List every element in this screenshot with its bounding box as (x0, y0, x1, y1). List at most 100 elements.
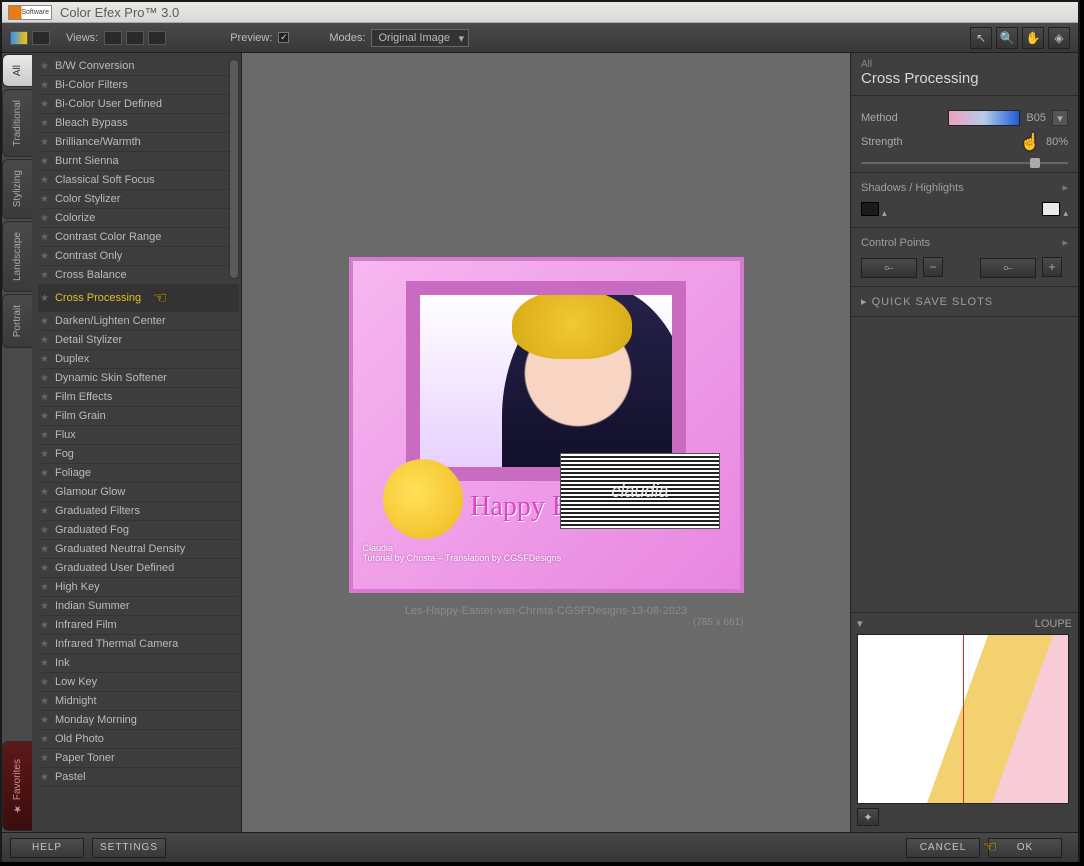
star-icon[interactable]: ★ (40, 753, 49, 764)
star-icon[interactable]: ★ (40, 696, 49, 707)
method-dropdown[interactable]: ▾ (1052, 110, 1068, 126)
quick-save-section[interactable]: ▸ QUICK SAVE SLOTS (851, 286, 1078, 317)
filter-item[interactable]: ★Graduated Filters (38, 502, 239, 521)
filter-item[interactable]: ★Indian Summer (38, 597, 239, 616)
filter-item[interactable]: ★Bi-Color User Defined (38, 95, 239, 114)
list-view-icon[interactable] (32, 31, 50, 45)
filter-item[interactable]: ★Pastel (38, 768, 239, 787)
view-single-icon[interactable] (104, 31, 122, 45)
star-icon[interactable]: ★ (40, 715, 49, 726)
filter-item[interactable]: ★B/W Conversion (38, 57, 239, 76)
zoom-tool[interactable]: 🔍 (996, 27, 1018, 49)
filter-item[interactable]: ★High Key (38, 578, 239, 597)
filter-item[interactable]: ★Film Effects (38, 388, 239, 407)
loupe-preview[interactable] (857, 634, 1069, 804)
ok-button[interactable]: OK ☜ (988, 838, 1062, 858)
filter-item[interactable]: ★Paper Toner (38, 749, 239, 768)
tab-landscape[interactable]: Landscape (2, 221, 32, 292)
star-icon[interactable]: ★ (40, 251, 49, 262)
thumbnail-view-icon[interactable] (10, 31, 28, 45)
star-icon[interactable]: ★ (40, 354, 49, 365)
filter-item[interactable]: ★Graduated Fog (38, 521, 239, 540)
pointer-tool[interactable]: ↖ (970, 27, 992, 49)
add-cp-button[interactable]: + (1042, 257, 1062, 277)
filter-item[interactable]: ★Flux (38, 426, 239, 445)
help-button[interactable]: HELP (10, 838, 84, 858)
tab-portrait[interactable]: Portrait (2, 294, 32, 348)
star-icon[interactable]: ★ (40, 156, 49, 167)
star-icon[interactable]: ★ (40, 544, 49, 555)
filter-item[interactable]: ★Cross Processing (38, 285, 239, 312)
star-icon[interactable]: ★ (40, 639, 49, 650)
filter-item[interactable]: ★Foliage (38, 464, 239, 483)
add-negative-cp-button[interactable]: ⟜ (861, 258, 917, 278)
filter-item[interactable]: ★Monday Morning (38, 711, 239, 730)
shadows-thumb[interactable] (861, 202, 879, 216)
star-icon[interactable]: ★ (40, 175, 49, 186)
modes-dropdown[interactable]: Original Image (371, 29, 469, 47)
filter-item[interactable]: ★Infrared Film (38, 616, 239, 635)
star-icon[interactable]: ★ (40, 373, 49, 384)
filter-item[interactable]: ★Ink (38, 654, 239, 673)
tab-stylizing[interactable]: Stylizing (2, 159, 32, 218)
filter-item[interactable]: ★Contrast Color Range (38, 228, 239, 247)
filter-item[interactable]: ★Burnt Sienna (38, 152, 239, 171)
strength-slider[interactable] (861, 162, 1068, 164)
star-icon[interactable]: ★ (40, 430, 49, 441)
filter-item[interactable]: ★Darken/Lighten Center (38, 312, 239, 331)
star-icon[interactable]: ★ (40, 449, 49, 460)
star-icon[interactable]: ★ (40, 506, 49, 517)
filter-item[interactable]: ★Low Key (38, 673, 239, 692)
star-icon[interactable]: ★ (40, 487, 49, 498)
star-icon[interactable]: ★ (40, 392, 49, 403)
star-icon[interactable]: ★ (40, 658, 49, 669)
filter-item[interactable]: ★Bleach Bypass (38, 114, 239, 133)
star-icon[interactable]: ★ (40, 563, 49, 574)
loupe-picker-button[interactable]: ✦ (857, 808, 879, 826)
hand-tool[interactable]: ✋ (1022, 27, 1044, 49)
star-icon[interactable]: ★ (40, 734, 49, 745)
slider-knob[interactable] (1030, 158, 1040, 168)
expand-arrow-icon[interactable]: ▸ (1062, 236, 1068, 249)
filter-item[interactable]: ★Infrared Thermal Camera (38, 635, 239, 654)
filter-item[interactable]: ★Old Photo (38, 730, 239, 749)
star-icon[interactable]: ★ (40, 601, 49, 612)
star-icon[interactable]: ★ (40, 468, 49, 479)
background-tool[interactable]: ◈ (1048, 27, 1070, 49)
star-icon[interactable]: ★ (40, 620, 49, 631)
filter-item[interactable]: ★Film Grain (38, 407, 239, 426)
star-icon[interactable]: ★ (40, 80, 49, 91)
star-icon[interactable]: ★ (40, 194, 49, 205)
star-icon[interactable]: ★ (40, 293, 49, 304)
filter-item[interactable]: ★Midnight (38, 692, 239, 711)
star-icon[interactable]: ★ (40, 335, 49, 346)
star-icon[interactable]: ★ (40, 232, 49, 243)
filter-item[interactable]: ★Colorize (38, 209, 239, 228)
filter-item[interactable]: ★Cross Balance (38, 266, 239, 285)
star-icon[interactable]: ★ (40, 411, 49, 422)
preview-checkbox[interactable]: ✓ (278, 32, 289, 43)
filter-item[interactable]: ★Graduated User Defined (38, 559, 239, 578)
preview-image[interactable]: Happy Easter Claudia Tutorial by Christa… (349, 257, 744, 593)
filter-item[interactable]: ★Dynamic Skin Softener (38, 369, 239, 388)
view-side-icon[interactable] (148, 31, 166, 45)
view-split-icon[interactable] (126, 31, 144, 45)
filter-item[interactable]: ★Brilliance/Warmth (38, 133, 239, 152)
star-icon[interactable]: ★ (40, 99, 49, 110)
filter-item[interactable]: ★Duplex (38, 350, 239, 369)
star-icon[interactable]: ★ (40, 525, 49, 536)
tab-all[interactable]: All (2, 54, 32, 87)
star-icon[interactable]: ★ (40, 677, 49, 688)
tab-traditional[interactable]: Traditional (2, 89, 32, 157)
filter-item[interactable]: ★Classical Soft Focus (38, 171, 239, 190)
expand-arrow-icon[interactable]: ▸ (1062, 181, 1068, 194)
star-icon[interactable]: ★ (40, 270, 49, 281)
star-icon[interactable]: ★ (40, 213, 49, 224)
star-icon[interactable]: ★ (40, 772, 49, 783)
filter-item[interactable]: ★Detail Stylizer (38, 331, 239, 350)
filter-scrollbar[interactable] (229, 59, 239, 279)
tab-favorites[interactable]: ★ Favorites (2, 741, 32, 831)
filter-item[interactable]: ★Graduated Neutral Density (38, 540, 239, 559)
star-icon[interactable]: ★ (40, 316, 49, 327)
star-icon[interactable]: ★ (40, 118, 49, 129)
